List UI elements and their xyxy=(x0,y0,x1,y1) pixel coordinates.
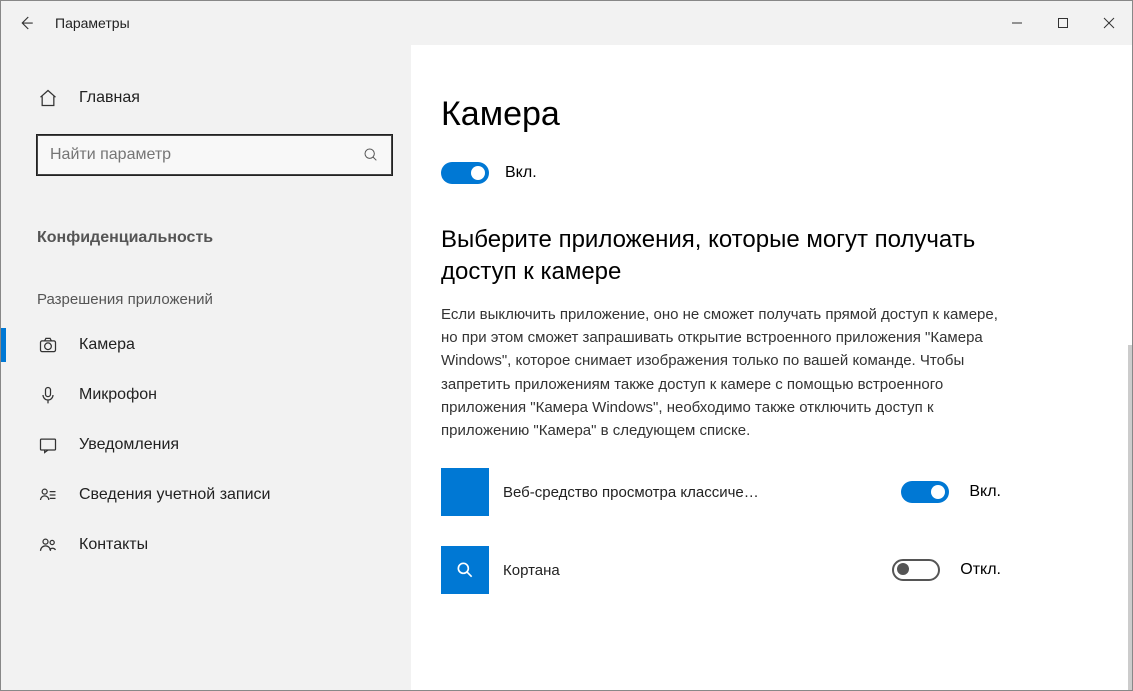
sidebar-item-label: Сведения учетной записи xyxy=(79,486,270,504)
search-input[interactable] xyxy=(38,146,351,164)
sidebar: Главная Конфиденциальность Разрешения пр… xyxy=(1,45,411,690)
back-arrow-icon xyxy=(17,14,35,32)
sidebar-category: Конфиденциальность xyxy=(1,193,411,261)
home-icon xyxy=(37,87,59,109)
contacts-icon xyxy=(37,534,59,556)
app-row: Кортана Откл. xyxy=(441,546,1001,594)
app-toggle-label: Откл. xyxy=(960,561,1001,579)
sidebar-item-account-info[interactable]: Сведения учетной записи xyxy=(1,470,411,520)
titlebar: Параметры xyxy=(1,1,1132,45)
app-icon-desktop-viewer xyxy=(441,468,489,516)
content-area: Камера Вкл. Выберите приложения, которые… xyxy=(411,45,1132,690)
app-toggle[interactable] xyxy=(901,481,949,503)
scrollbar[interactable] xyxy=(1128,345,1132,690)
window-title: Параметры xyxy=(55,15,130,31)
app-toggle[interactable] xyxy=(892,559,940,581)
close-icon xyxy=(1103,17,1115,29)
back-button[interactable] xyxy=(1,1,51,45)
sidebar-home[interactable]: Главная xyxy=(1,73,411,123)
app-name: Веб-средство просмотра классиче… xyxy=(503,484,901,501)
app-toggle-label: Вкл. xyxy=(969,483,1001,501)
sidebar-item-label: Уведомления xyxy=(79,436,179,454)
minimize-button[interactable] xyxy=(994,1,1040,45)
master-toggle-label: Вкл. xyxy=(505,164,537,182)
sidebar-item-label: Контакты xyxy=(79,536,148,554)
section-description: Если выключить приложение, оно не сможет… xyxy=(441,303,1001,443)
maximize-icon xyxy=(1057,17,1069,29)
sidebar-item-camera[interactable]: Камера xyxy=(1,320,411,370)
sidebar-section-label: Разрешения приложений xyxy=(1,261,411,320)
sidebar-item-microphone[interactable]: Микрофон xyxy=(1,370,411,420)
microphone-icon xyxy=(37,384,59,406)
notifications-icon xyxy=(37,434,59,456)
master-toggle[interactable] xyxy=(441,162,489,184)
sidebar-home-label: Главная xyxy=(79,89,140,107)
window-controls xyxy=(994,1,1132,45)
section-heading: Выберите приложения, которые могут получ… xyxy=(441,224,1021,289)
close-button[interactable] xyxy=(1086,1,1132,45)
master-toggle-row: Вкл. xyxy=(441,162,1092,184)
cortana-search-icon xyxy=(455,560,475,580)
camera-icon xyxy=(37,334,59,356)
account-info-icon xyxy=(37,484,59,506)
page-title: Камера xyxy=(441,95,1092,134)
maximize-button[interactable] xyxy=(1040,1,1086,45)
search-icon xyxy=(351,147,391,163)
sidebar-item-notifications[interactable]: Уведомления xyxy=(1,420,411,470)
search-box[interactable] xyxy=(37,135,392,175)
sidebar-item-contacts[interactable]: Контакты xyxy=(1,520,411,570)
sidebar-item-label: Камера xyxy=(79,336,135,354)
app-row: Веб-средство просмотра классиче… Вкл. xyxy=(441,468,1001,516)
sidebar-item-label: Микрофон xyxy=(79,386,157,404)
app-icon-cortana xyxy=(441,546,489,594)
app-name: Кортана xyxy=(503,562,892,579)
minimize-icon xyxy=(1011,17,1023,29)
settings-window: Параметры Главная xyxy=(0,0,1133,691)
